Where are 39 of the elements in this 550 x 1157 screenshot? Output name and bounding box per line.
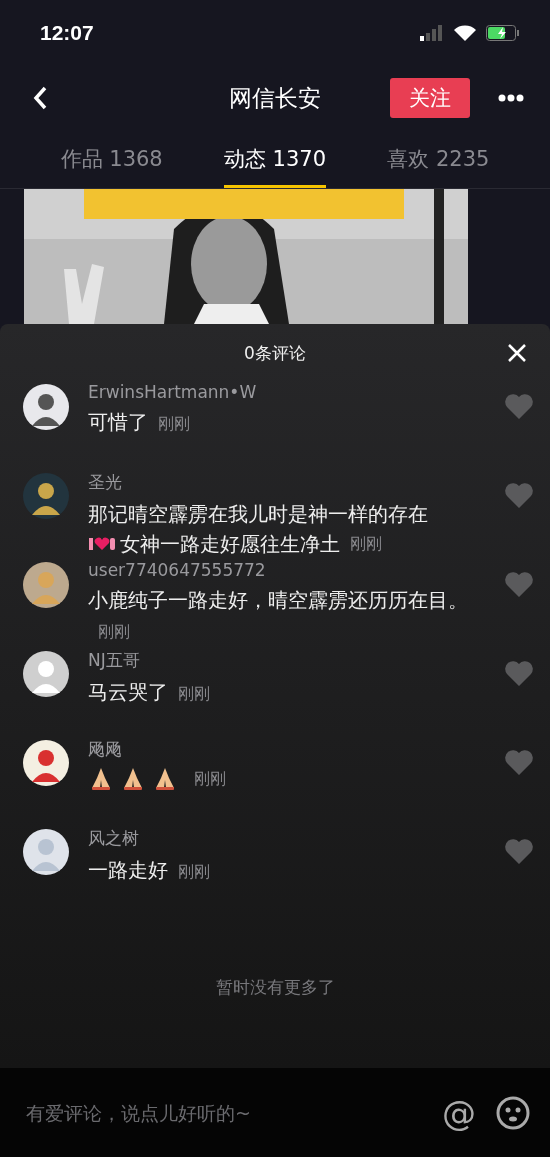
comment-author[interactable]: 飏飏 [88, 738, 122, 761]
emoji-button[interactable] [496, 1095, 530, 1130]
like-button[interactable] [504, 570, 534, 598]
comment-time: 刚刚 [98, 622, 130, 641]
comment-time: 刚刚 [178, 862, 210, 881]
profile-tab[interactable]: 作品 1368 [60, 130, 163, 188]
no-more-text: 暂时没有更多了 [215, 976, 335, 999]
profile-tab[interactable]: 喜欢 2235 [387, 130, 490, 188]
comment-text: 女神一路走好愿往生净土 [120, 531, 340, 558]
back-icon[interactable] [32, 85, 48, 111]
profile-title: 网信长安 [229, 83, 321, 113]
battery-charging-icon [486, 25, 520, 41]
comment-author[interactable]: NJ五哥 [88, 649, 140, 672]
comment-text: 马云哭了 刚刚 [88, 679, 211, 706]
heart-sticker-icon [88, 536, 116, 552]
like-button[interactable] [504, 659, 534, 687]
comment-text: 那记晴空霹雳在我儿时是神一样的存在 [88, 501, 429, 528]
comment-text: 可惜了 刚刚 [88, 409, 191, 436]
comment-author[interactable]: user7740647555772 [88, 560, 266, 580]
comment-time: 刚刚 [178, 684, 210, 703]
close-button[interactable] [506, 342, 528, 364]
wifi-icon [454, 25, 476, 41]
like-button[interactable] [504, 837, 534, 865]
comment-input-field[interactable]: 有爱评论，说点儿好听的~ [24, 1100, 422, 1125]
comment-author[interactable]: ErwinsHartmann•W [88, 382, 257, 402]
comments-title: 0条评论 [244, 341, 306, 365]
comment-time: 刚刚 [158, 414, 190, 433]
comment-time: 刚刚 [194, 768, 226, 790]
more-icon[interactable] [498, 94, 524, 102]
comment-text: 一路走好 刚刚 [88, 857, 211, 884]
signal-icon [420, 25, 444, 41]
comment-time: 刚刚 [350, 533, 382, 555]
follow-button[interactable]: 关注 [390, 78, 470, 118]
comment-text: 小鹿纯子一路走好，晴空霹雳还历历在目。 刚刚 [88, 587, 468, 643]
comment-author[interactable]: 风之树 [88, 827, 139, 850]
mention-button[interactable]: @ [442, 1092, 476, 1133]
status-time: 12:07 [40, 21, 94, 45]
like-button[interactable] [504, 748, 534, 776]
comment-author[interactable]: 圣光 [88, 471, 122, 494]
